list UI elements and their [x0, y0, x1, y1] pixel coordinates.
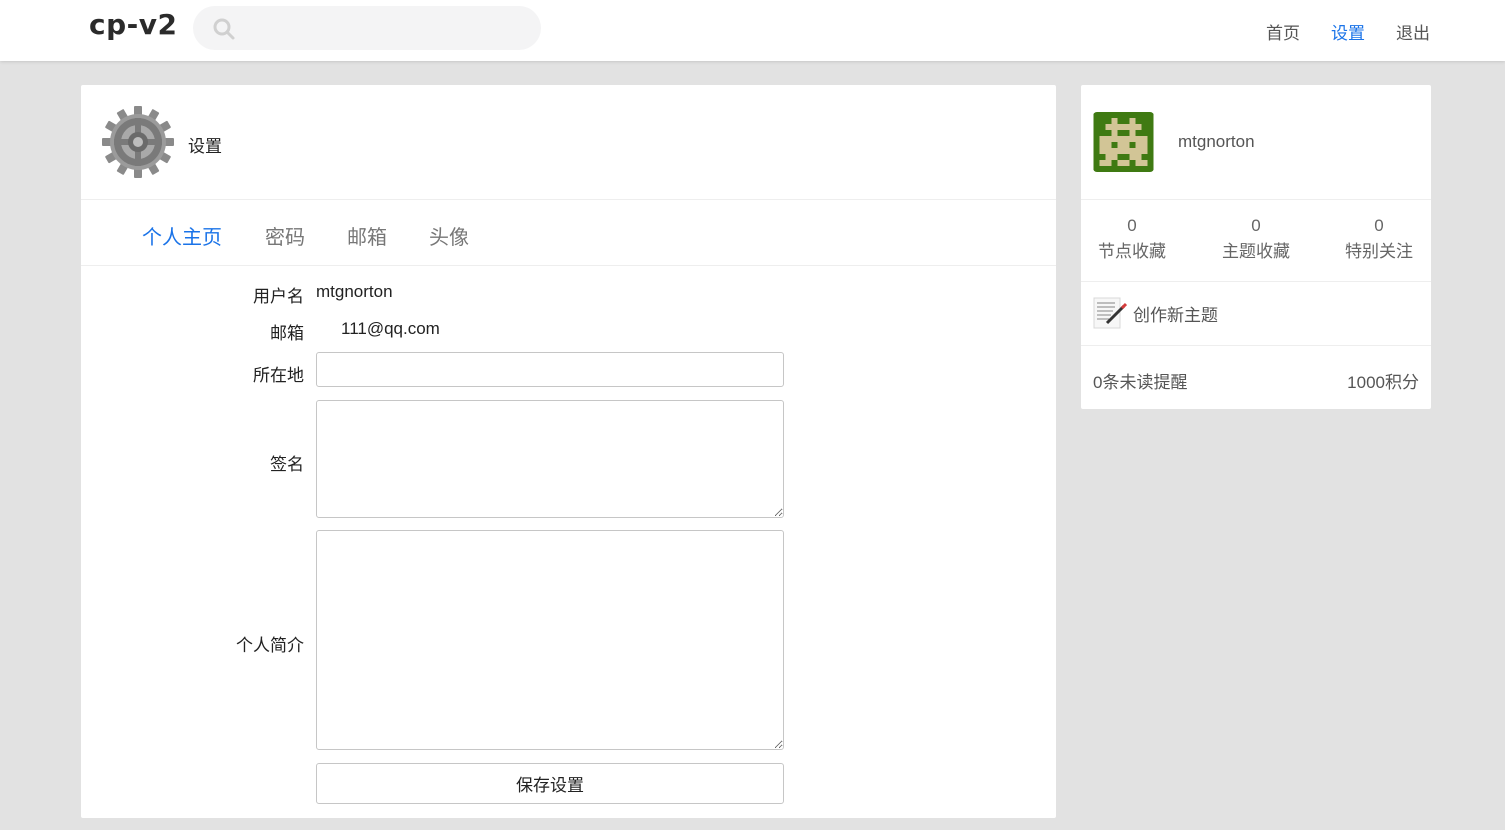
- stat-special-follows[interactable]: 0 特别关注: [1329, 216, 1429, 262]
- bio-label: 个人简介: [236, 636, 304, 655]
- stat-value: 0: [1251, 216, 1261, 235]
- stat-label: 节点收藏: [1098, 242, 1166, 261]
- stat-label: 特别关注: [1345, 242, 1413, 261]
- new-topic-link[interactable]: 创作新主题: [1093, 296, 1218, 330]
- signature-textarea[interactable]: [316, 400, 784, 518]
- stat-node-favorites[interactable]: 0 节点收藏: [1082, 216, 1182, 262]
- top-bar: cp-v2 首页 设置 退出: [0, 0, 1505, 61]
- username-value: mtgnorton: [316, 282, 393, 301]
- gear-icon: [102, 106, 174, 178]
- tab-email[interactable]: 邮箱: [347, 221, 387, 250]
- nav-home[interactable]: 首页: [1266, 19, 1300, 44]
- site-logo[interactable]: cp-v2: [89, 8, 178, 41]
- tab-avatar[interactable]: 头像: [429, 221, 469, 250]
- stat-label: 主题收藏: [1222, 242, 1290, 261]
- user-sidebar: mtgnorton 0 节点收藏 0 主题收藏 0 特别关注 创作新主题 0条未…: [1081, 85, 1431, 409]
- stat-topic-favorites[interactable]: 0 主题收藏: [1206, 216, 1306, 262]
- stat-value: 0: [1374, 216, 1384, 235]
- points-value: 1000积分: [1347, 373, 1419, 392]
- header-divider: [81, 199, 1056, 200]
- sidebar-divider: [1081, 199, 1431, 200]
- location-label: 所在地: [253, 366, 304, 385]
- nav-logout[interactable]: 退出: [1396, 19, 1430, 44]
- new-topic-label: 创作新主题: [1133, 305, 1218, 325]
- email-label: 邮箱: [270, 324, 304, 343]
- bio-textarea[interactable]: [316, 530, 784, 750]
- save-settings-button[interactable]: 保存设置: [316, 763, 784, 804]
- tab-password[interactable]: 密码: [265, 221, 305, 250]
- search-icon: [213, 18, 235, 40]
- username-label: 用户名: [253, 287, 304, 306]
- settings-panel: 设置 个人主页 密码 邮箱 头像 用户名 mtgnorton 邮箱 111@qq…: [81, 85, 1056, 818]
- search-input[interactable]: [245, 14, 525, 42]
- sidebar-divider: [1081, 345, 1431, 346]
- unread-notifications-link[interactable]: 0条未读提醒: [1093, 368, 1187, 393]
- tab-profile[interactable]: 个人主页: [142, 221, 222, 250]
- sidebar-username[interactable]: mtgnorton: [1178, 132, 1255, 152]
- nav-settings[interactable]: 设置: [1331, 19, 1365, 44]
- location-input[interactable]: [316, 352, 784, 387]
- sidebar-divider: [1081, 281, 1431, 282]
- email-value: 111@qq.com: [341, 319, 440, 338]
- compose-icon: [1093, 297, 1127, 329]
- tabs-divider: [81, 265, 1056, 266]
- search-box[interactable]: [193, 6, 541, 50]
- page-title: 设置: [188, 137, 222, 156]
- avatar[interactable]: [1093, 112, 1154, 172]
- signature-label: 签名: [270, 455, 304, 474]
- stat-value: 0: [1127, 216, 1137, 235]
